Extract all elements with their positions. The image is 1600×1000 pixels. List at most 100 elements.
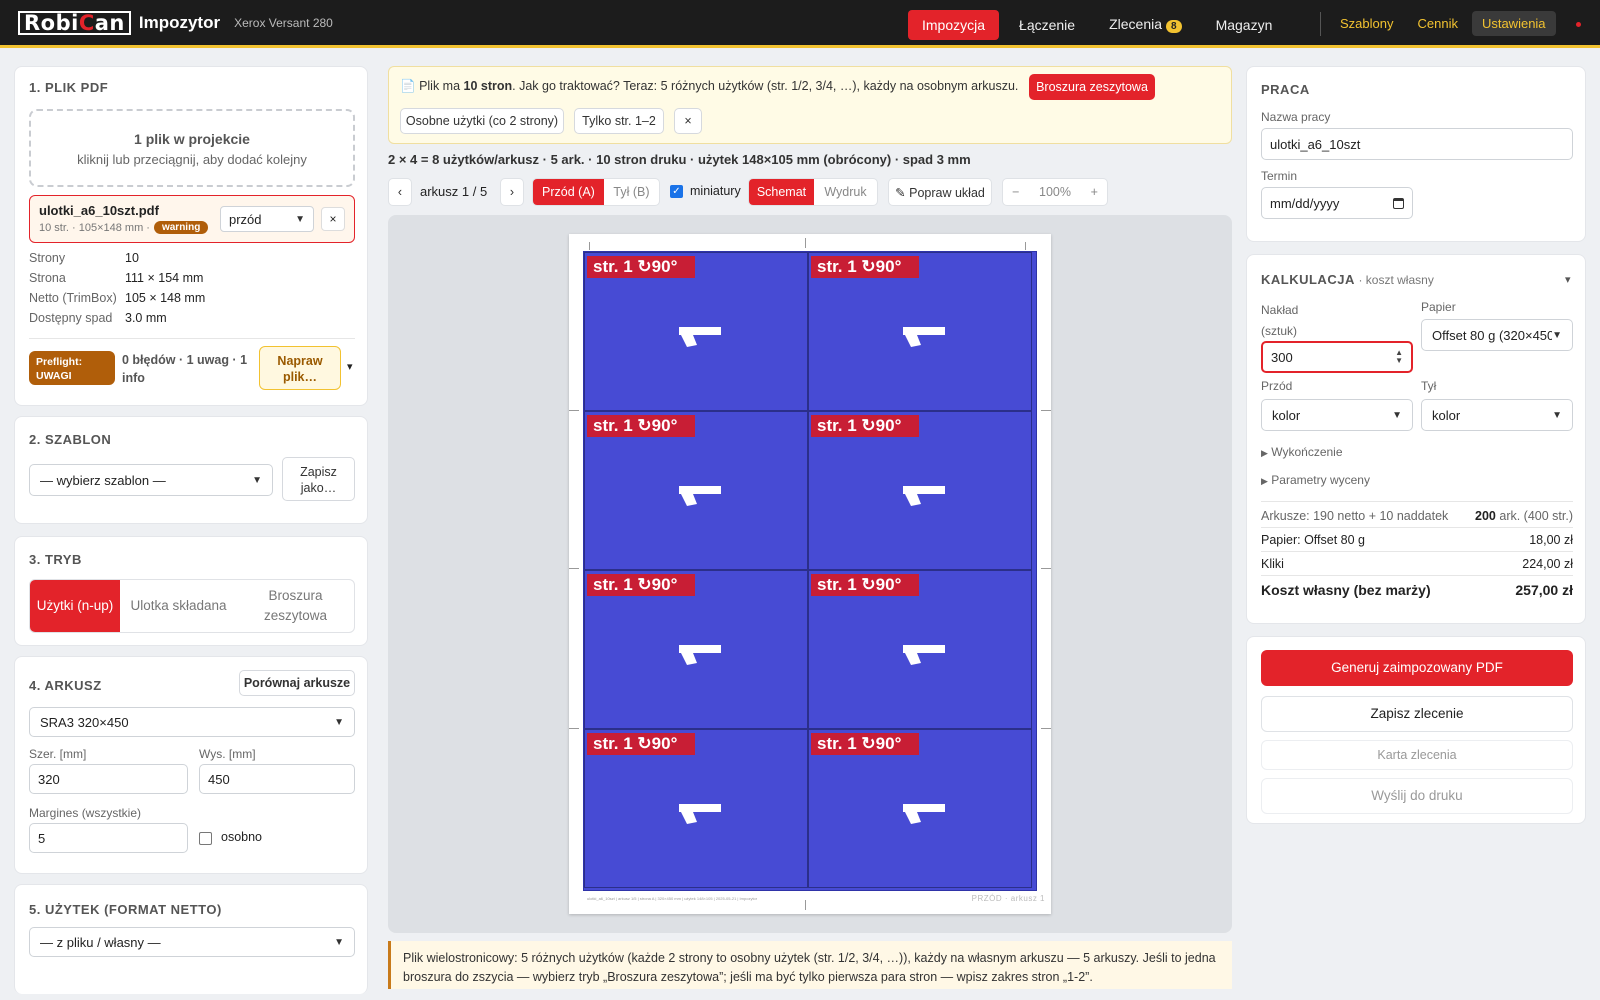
- prev-sheet-button[interactable]: ‹: [388, 178, 412, 206]
- sheet-size-select[interactable]: SRA3 320×450 ▼: [29, 707, 355, 737]
- calc-toggle-icon[interactable]: ▾: [1565, 273, 1571, 286]
- chevron-down-icon: ▼: [1552, 329, 1562, 341]
- chevron-down-icon: ▼: [334, 936, 344, 948]
- preview-canvas[interactable]: str. 1 ↻90° str. 1 ↻90° str. 1 ↻90° str. 1 …: [388, 215, 1232, 933]
- prop-row: Netto (TrimBox) 105 × 148 mm: [29, 291, 206, 305]
- save-template-button[interactable]: Zapisz jako…: [282, 457, 355, 501]
- page-content-glyph: [679, 486, 721, 506]
- item-format-select[interactable]: — z pliku / własny — ▼: [29, 927, 355, 957]
- imposition-tile[interactable]: str. 1 ↻90°: [584, 729, 808, 888]
- job-name-label: Nazwa pracy: [1261, 110, 1331, 124]
- close-icon[interactable]: ×: [674, 108, 702, 134]
- save-order-button[interactable]: Zapisz zlecenie: [1261, 696, 1573, 732]
- booklet-button[interactable]: Broszura zeszytowa: [1029, 74, 1155, 100]
- sheet-footer-info: ulotki_a6_10szt | arkusz 1/5 | strona A …: [587, 896, 758, 901]
- mode-n-up[interactable]: Użytki (n-up): [30, 580, 120, 632]
- side-switch: Przód (A) Tył (B): [532, 178, 660, 206]
- file-card[interactable]: ulotki_a6_10szt.pdf 10 str. · 105×148 mm…: [29, 195, 355, 243]
- panel-plik-pdf: 1. PLIK PDF 1 plik w projekcie kliknij l…: [14, 66, 368, 406]
- fix-layout-button[interactable]: ✎ Popraw układ: [888, 178, 992, 206]
- margins-input[interactable]: 5: [29, 823, 188, 853]
- file-side-select[interactable]: przód ▼: [220, 206, 314, 232]
- generate-pdf-button[interactable]: Generuj zaimpozowany PDF: [1261, 650, 1573, 686]
- sheet-height-input[interactable]: 450: [199, 764, 355, 794]
- finishing-toggle[interactable]: ▶ Wykończenie: [1261, 445, 1343, 459]
- front-color-select[interactable]: kolor ▼: [1261, 399, 1413, 431]
- view-schema-tab[interactable]: Schemat: [749, 179, 814, 205]
- link-cennik[interactable]: Cennik: [1407, 11, 1467, 36]
- link-szablony[interactable]: Szablony: [1330, 11, 1403, 36]
- calc-row: Arkusze: 190 netto + 10 naddatek 200 ark.…: [1261, 509, 1573, 523]
- main-nav: Impozycja Łączenie Zlecenia 8 Magazyn: [908, 9, 1286, 40]
- sheet-width-input[interactable]: 320: [29, 764, 188, 794]
- caret-right-icon: ▶: [1261, 476, 1268, 486]
- print-area: str. 1 ↻90° str. 1 ↻90° str. 1 ↻90° str. 1 …: [583, 251, 1037, 891]
- view-print-tab[interactable]: Wydruk: [814, 179, 877, 205]
- paper-select[interactable]: Offset 80 g (320×450) ▼: [1421, 319, 1573, 351]
- imposition-tile[interactable]: str. 1 ↻90°: [808, 411, 1032, 570]
- separate-items-button[interactable]: Osobne użytki (co 2 strony): [400, 108, 564, 134]
- only-pages-1-2-button[interactable]: Tylko str. 1–2: [574, 108, 664, 134]
- template-select[interactable]: — wybierz szablon — ▼: [29, 464, 273, 496]
- tile-page-label: str. 1 ↻90°: [587, 415, 695, 437]
- fix-file-button[interactable]: Napraw plik…: [259, 346, 341, 390]
- remove-file-button[interactable]: ×: [321, 207, 345, 231]
- file-name: ulotki_a6_10szt.pdf: [39, 203, 159, 218]
- stepper-arrows-icon[interactable]: ▲ ▼: [1395, 349, 1403, 365]
- page-content-glyph: [679, 804, 721, 824]
- preflight-expand-icon[interactable]: ▾: [347, 360, 353, 373]
- order-card-button[interactable]: Karta zlecenia: [1261, 740, 1573, 770]
- logo[interactable]: Robi Can: [18, 10, 131, 35]
- pricing-params-toggle[interactable]: ▶ Parametry wyceny: [1261, 473, 1370, 487]
- page-content-glyph: [903, 486, 945, 506]
- thumbnails-checkbox[interactable]: ✓: [670, 185, 683, 198]
- zoom-out-button[interactable]: −: [1003, 179, 1029, 205]
- nav-divider: [1320, 12, 1321, 36]
- multipage-banner: 📄 Plik ma 10 stron. Jak go traktować? Te…: [388, 66, 1232, 144]
- nav-impozycja[interactable]: Impozycja: [908, 9, 1000, 40]
- dropzone-count: 1 plik w projekcie: [134, 131, 250, 147]
- sheet-preview: str. 1 ↻90° str. 1 ↻90° str. 1 ↻90° str. 1 …: [569, 234, 1051, 914]
- nav-zlecenia[interactable]: Zlecenia 8: [1095, 9, 1195, 40]
- zoom-in-button[interactable]: +: [1082, 179, 1108, 205]
- file-dropzone[interactable]: 1 plik w projekcie kliknij lub przeciągn…: [29, 109, 355, 187]
- side-front-tab[interactable]: Przód (A): [533, 179, 604, 205]
- margins-label: Margines (wszystkie): [29, 806, 142, 820]
- imposition-tile[interactable]: str. 1 ↻90°: [584, 252, 808, 411]
- mode-booklet[interactable]: Broszura zeszytowa: [237, 580, 354, 632]
- deadline-input[interactable]: mm/dd/yyyy: [1261, 187, 1413, 219]
- back-color-select[interactable]: kolor ▼: [1421, 399, 1573, 431]
- chevron-down-icon: ▼: [252, 474, 262, 486]
- chevron-down-icon: ▼: [1552, 409, 1562, 421]
- imposition-tile[interactable]: str. 1 ↻90°: [584, 570, 808, 729]
- sheet-side-label: PRZÓD · arkusz 1: [971, 894, 1045, 903]
- back-color-label: Tył: [1421, 379, 1437, 393]
- prop-row: Dostępny spad 3.0 mm: [29, 311, 167, 325]
- imposition-tile[interactable]: str. 1 ↻90°: [808, 252, 1032, 411]
- prop-row: Strony 10: [29, 251, 139, 265]
- imposition-tile[interactable]: str. 1 ↻90°: [584, 411, 808, 570]
- crop-mark: [805, 238, 806, 248]
- crop-mark: [569, 568, 579, 569]
- separate-margins-checkbox[interactable]: [199, 832, 212, 845]
- side-back-tab[interactable]: Tył (B): [604, 179, 659, 205]
- quantity-stepper[interactable]: 300 ▲ ▼: [1261, 341, 1413, 373]
- calendar-icon[interactable]: [1393, 197, 1404, 209]
- section-title: 5. UŻYTEK (FORMAT NETTO): [29, 902, 222, 917]
- next-sheet-button[interactable]: ›: [500, 178, 524, 206]
- secondary-nav: Szablony Cennik Ustawienia: [1330, 11, 1556, 36]
- imposition-tile[interactable]: str. 1 ↻90°: [808, 729, 1032, 888]
- warning-badge: warning: [153, 221, 209, 234]
- panel-kalkulacja: KALKULACJA · koszt własny ▾ Nakład (sztuk…: [1246, 254, 1586, 624]
- mode-folded-leaflet[interactable]: Ulotka składana: [120, 580, 237, 632]
- job-name-input[interactable]: ulotki_a6_10szt: [1261, 128, 1573, 160]
- nav-laczenie[interactable]: Łączenie: [1005, 10, 1089, 40]
- zoom-control: − 100% +: [1002, 178, 1108, 206]
- link-ustawienia[interactable]: Ustawienia: [1471, 11, 1556, 36]
- compare-sheets-button[interactable]: Porównaj arkusze: [239, 670, 355, 696]
- paper-label: Papier: [1421, 300, 1456, 314]
- send-to-print-button[interactable]: Wyślij do druku: [1261, 778, 1573, 814]
- nav-magazyn[interactable]: Magazyn: [1202, 10, 1287, 40]
- imposition-tile[interactable]: str. 1 ↻90°: [808, 570, 1032, 729]
- tile-page-label: str. 1 ↻90°: [811, 256, 919, 278]
